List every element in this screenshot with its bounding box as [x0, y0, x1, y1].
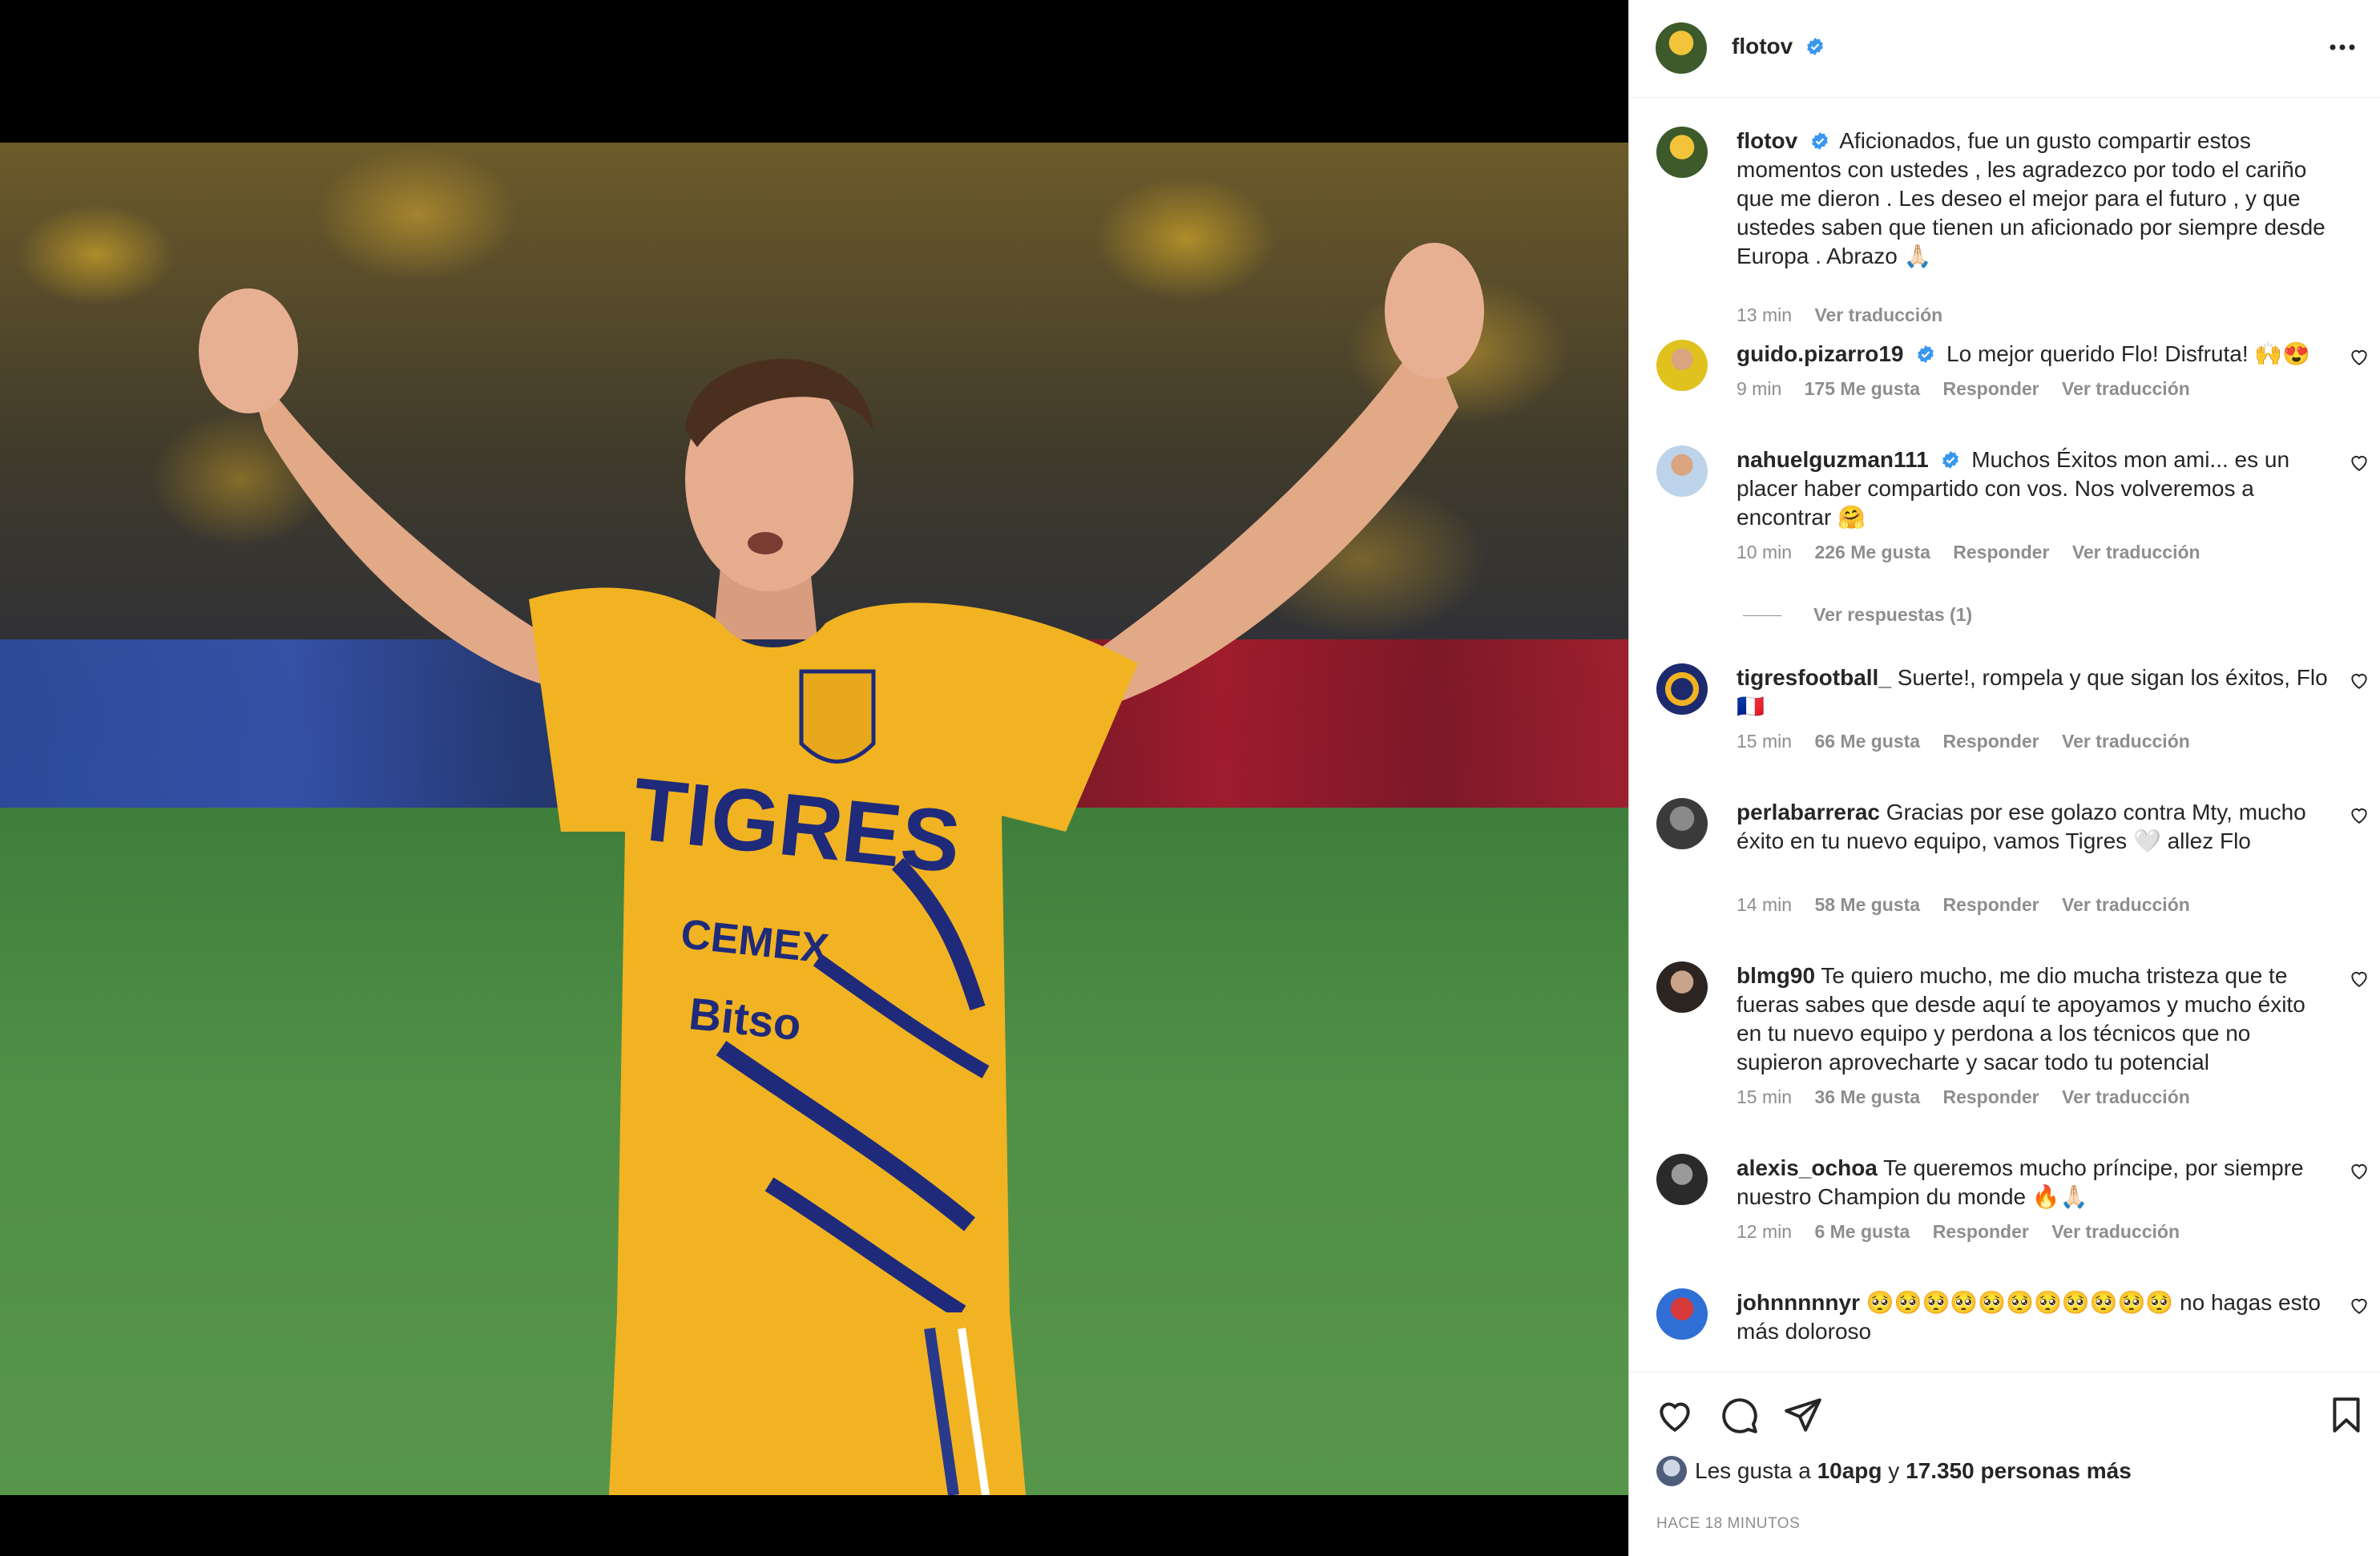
post-media[interactable]: TIGRES CEMEX Bitso — [0, 0, 1628, 1556]
reply-button[interactable]: Responder — [1933, 1221, 2029, 1242]
caption-avatar[interactable] — [1656, 127, 1708, 178]
verified-badge-icon — [1942, 451, 1959, 469]
replies-divider — [1743, 615, 1781, 617]
comment-like-heart-icon[interactable] — [2349, 1295, 2370, 1316]
translate-link[interactable]: Ver traducción — [2062, 1086, 2190, 1107]
comment-like-heart-icon[interactable] — [2349, 968, 2370, 989]
translate-link[interactable]: Ver traducción — [2062, 378, 2190, 399]
comment-avatar[interactable] — [1656, 1288, 1708, 1340]
post-sidebar: flotov flotov Aficionados, fue un gusto … — [1628, 0, 2380, 1556]
player-figure: TIGRES CEMEX Bitso — [199, 243, 1484, 1495]
more-options-icon[interactable] — [2326, 35, 2358, 59]
comment-username[interactable]: tigresfootball_ — [1737, 665, 1891, 690]
caption-username[interactable]: flotov — [1737, 128, 1797, 153]
likes-count[interactable]: 17.350 personas más — [1906, 1458, 2132, 1483]
comment-likes[interactable]: 175 Me gusta — [1805, 378, 1920, 399]
comments-thread[interactable]: flotov Aficionados, fue un gusto compart… — [1629, 98, 2380, 1372]
comment-time: 10 min — [1737, 542, 1793, 562]
liker-username[interactable]: 10apg — [1817, 1458, 1882, 1483]
comment-avatar[interactable] — [1656, 1154, 1708, 1205]
reply-button[interactable]: Responder — [1942, 378, 2039, 399]
comment-likes[interactable]: 66 Me gusta — [1814, 731, 1920, 752]
like-heart-icon[interactable] — [1655, 1395, 1695, 1435]
comment-bubble-icon[interactable] — [1719, 1395, 1759, 1435]
reply-button[interactable]: Responder — [1942, 1086, 2039, 1107]
post-timestamp: HACE 18 MINUTOS — [1656, 1515, 1801, 1532]
comment-text: Te quiero mucho, me dio mucha tristeza q… — [1737, 963, 2305, 1074]
comment-time: 12 min — [1737, 1221, 1793, 1242]
comment-username[interactable]: perlabarrerac — [1737, 800, 1880, 824]
reply-button[interactable]: Responder — [1942, 731, 2039, 752]
comment-likes[interactable]: 36 Me gusta — [1814, 1086, 1920, 1107]
comment-time: 9 min — [1737, 378, 1782, 399]
translate-link[interactable]: Ver traducción — [2072, 542, 2200, 562]
post-photo: TIGRES CEMEX Bitso — [0, 143, 1628, 1495]
comment-username[interactable]: guido.pizarro19 — [1737, 341, 1903, 366]
verified-badge-icon — [1918, 345, 1934, 363]
view-replies-link[interactable]: Ver respuestas (1) — [1743, 604, 1972, 626]
likes-summary[interactable]: Les gusta a 10apg y 17.350 personas más — [1656, 1456, 2132, 1486]
comment-time: 15 min — [1737, 1086, 1793, 1107]
comment-avatar[interactable] — [1656, 798, 1708, 849]
comment-like-heart-icon[interactable] — [2349, 670, 2370, 691]
post-header: flotov — [1629, 0, 2380, 98]
translate-link[interactable]: Ver traducción — [2051, 1221, 2180, 1242]
reply-button[interactable]: Responder — [1942, 894, 2039, 915]
translate-link[interactable]: Ver traducción — [2062, 894, 2190, 915]
post-actions: Les gusta a 10apg y 17.350 personas más … — [1629, 1372, 2380, 1556]
comment-likes[interactable]: 6 Me gusta — [1814, 1221, 1910, 1242]
comment-avatar[interactable] — [1656, 663, 1708, 715]
save-bookmark-icon[interactable] — [2326, 1395, 2366, 1435]
comment-like-heart-icon[interactable] — [2349, 804, 2370, 825]
liker-avatar — [1656, 1456, 1687, 1486]
reply-button[interactable]: Responder — [1953, 542, 2049, 562]
comment-like-heart-icon[interactable] — [2349, 1160, 2370, 1181]
comment-username[interactable]: alexis_ochoa — [1737, 1155, 1878, 1180]
caption-translate-link[interactable]: Ver traducción — [1814, 304, 1942, 325]
caption-time: 13 min — [1737, 304, 1793, 325]
comment-time: 15 min — [1737, 731, 1793, 752]
author-avatar[interactable] — [1656, 22, 1707, 74]
author-username[interactable]: flotov — [1732, 34, 1793, 58]
comment-avatar[interactable] — [1656, 961, 1708, 1013]
comment-username[interactable]: blmg90 — [1737, 963, 1815, 988]
comment-like-heart-icon[interactable] — [2349, 346, 2370, 367]
comment-text: Lo mejor querido Flo! Disfruta! 🙌😍 — [1946, 341, 2311, 366]
comment-username[interactable]: nahuelguzman111 — [1737, 447, 1929, 472]
comment-avatar[interactable] — [1656, 340, 1708, 391]
comment-avatar[interactable] — [1656, 445, 1708, 497]
share-paper-plane-icon[interactable] — [1783, 1395, 1823, 1435]
comment-likes[interactable]: 226 Me gusta — [1814, 542, 1930, 562]
comment-username[interactable]: johnnnnnyr — [1737, 1290, 1860, 1315]
verified-badge-icon — [1807, 38, 1823, 55]
comment-time: 14 min — [1737, 894, 1793, 915]
verified-badge-icon — [1812, 132, 1828, 150]
comment-likes[interactable]: 58 Me gusta — [1814, 894, 1920, 915]
comment-like-heart-icon[interactable] — [2349, 452, 2370, 473]
translate-link[interactable]: Ver traducción — [2062, 731, 2190, 752]
